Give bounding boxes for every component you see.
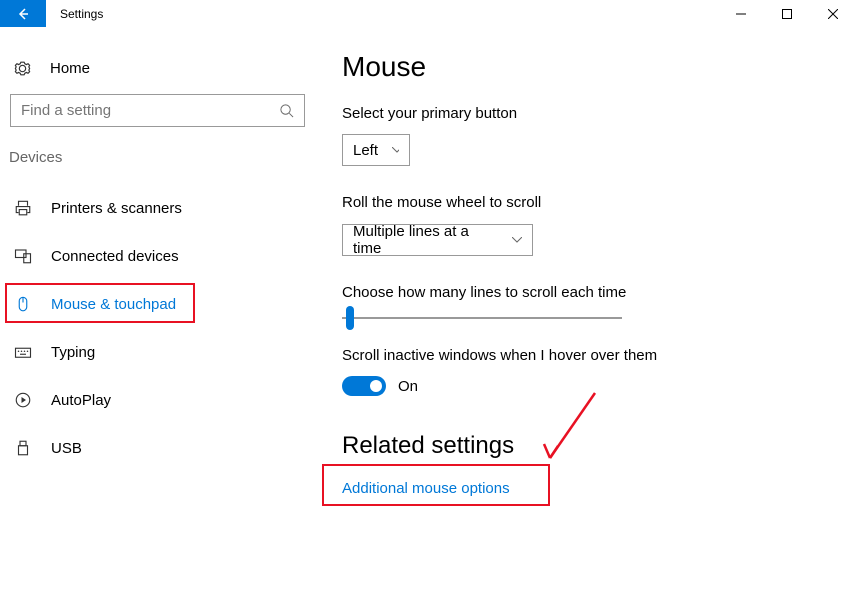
close-icon [828, 9, 838, 19]
home-nav[interactable]: Home [0, 51, 320, 94]
sidebar-item-printers[interactable]: Printers & scanners [0, 184, 320, 232]
search-box[interactable] [10, 94, 305, 127]
chevron-down-icon [512, 237, 522, 243]
inactive-toggle[interactable] [342, 376, 386, 396]
gear-icon [13, 59, 32, 78]
sidebar-item-autoplay[interactable]: AutoPlay [0, 376, 320, 424]
back-button[interactable] [0, 0, 46, 27]
related-title: Related settings [342, 432, 856, 460]
autoplay-icon [13, 391, 32, 410]
lines-slider[interactable] [342, 317, 622, 319]
keyboard-icon [13, 343, 32, 362]
minimize-button[interactable] [718, 0, 764, 27]
arrow-left-icon [15, 6, 31, 22]
lines-label: Choose how many lines to scroll each tim… [342, 284, 856, 301]
sidebar: Home Devices Printers & scanners Connect… [0, 27, 320, 612]
maximize-button[interactable] [764, 0, 810, 27]
sidebar-item-label: AutoPlay [51, 392, 111, 409]
sidebar-item-label: Connected devices [51, 248, 179, 265]
sidebar-item-usb[interactable]: USB [0, 424, 320, 472]
toggle-knob [370, 380, 382, 392]
sidebar-item-label: Printers & scanners [51, 200, 182, 217]
sidebar-item-typing[interactable]: Typing [0, 328, 320, 376]
window-title: Settings [46, 0, 103, 27]
devices-icon [13, 247, 32, 266]
wheel-label: Roll the mouse wheel to scroll [342, 194, 856, 211]
close-button[interactable] [810, 0, 856, 27]
sidebar-item-mouse[interactable]: Mouse & touchpad [0, 280, 320, 328]
inactive-label: Scroll inactive windows when I hover ove… [342, 347, 856, 364]
sidebar-item-label: Mouse & touchpad [51, 296, 176, 313]
additional-mouse-options-link[interactable]: Additional mouse options [342, 480, 510, 497]
dropdown-value: Multiple lines at a time [353, 223, 498, 257]
mouse-icon [13, 295, 32, 314]
dropdown-value: Left [353, 142, 378, 159]
sidebar-item-connected[interactable]: Connected devices [0, 232, 320, 280]
slider-thumb[interactable] [346, 306, 354, 330]
main-panel: Mouse Select your primary button Left Ro… [320, 27, 856, 612]
sidebar-item-label: Typing [51, 344, 95, 361]
search-input[interactable] [21, 102, 279, 119]
primary-button-label: Select your primary button [342, 105, 856, 122]
page-title: Mouse [342, 51, 856, 83]
home-label: Home [50, 60, 90, 77]
search-icon [279, 103, 294, 118]
printer-icon [13, 199, 32, 218]
maximize-icon [782, 9, 792, 19]
chevron-down-icon [392, 147, 399, 153]
primary-button-dropdown[interactable]: Left [342, 134, 410, 166]
minimize-icon [736, 9, 746, 19]
sidebar-item-label: USB [51, 440, 82, 457]
section-header: Devices [0, 149, 320, 184]
titlebar: Settings [0, 0, 856, 27]
wheel-dropdown[interactable]: Multiple lines at a time [342, 224, 533, 256]
toggle-state: On [398, 378, 418, 395]
usb-icon [13, 439, 32, 458]
